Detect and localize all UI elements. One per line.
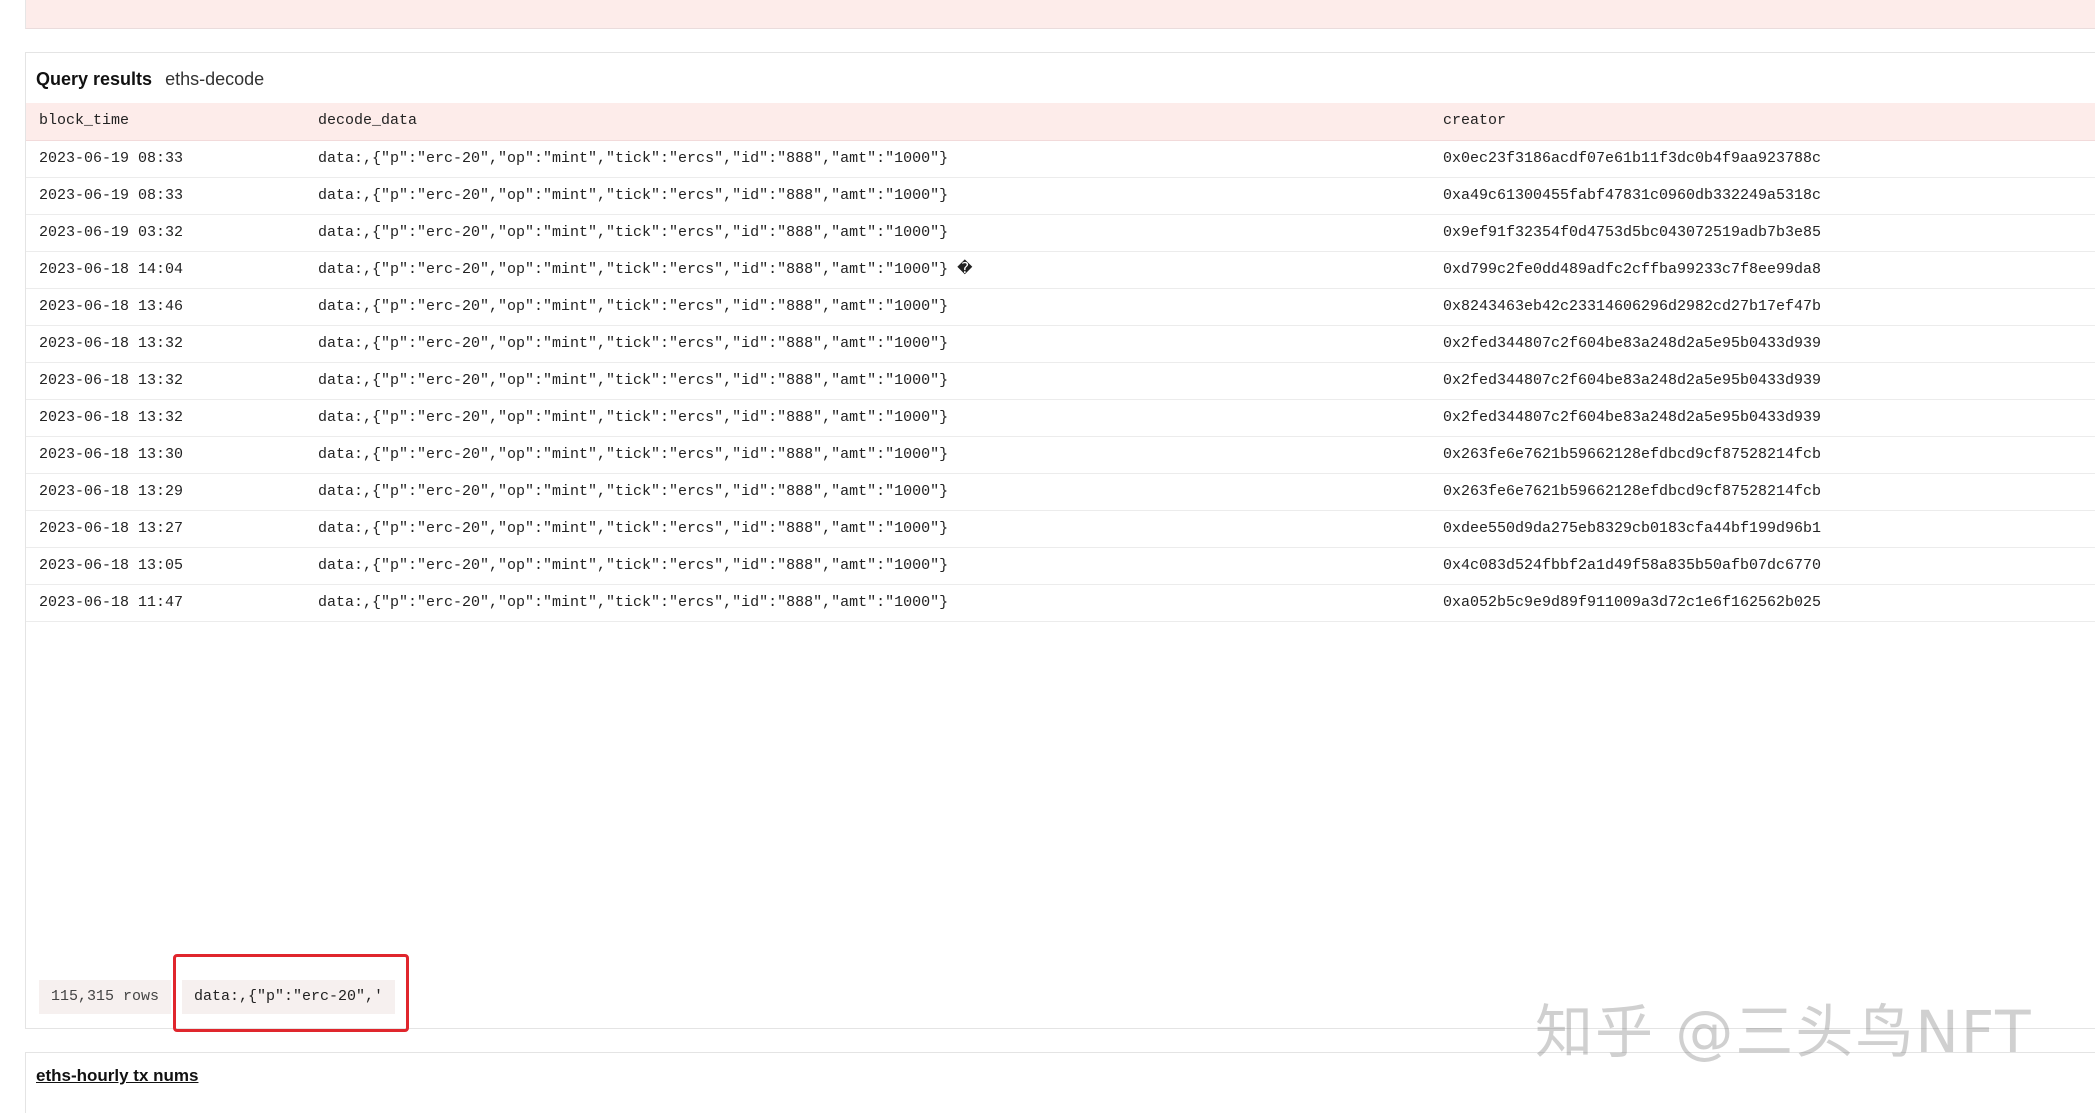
table-row[interactable]: 2023-06-18 13:05 data:,{"p":"erc-20","op"…	[26, 548, 2095, 585]
cell-creator: 0xdee550d9da275eb8329cb0183cfa44bf199d96…	[1443, 520, 1822, 537]
query-name[interactable]: eths-decode	[165, 69, 264, 90]
cell-creator: 0x4c083d524fbbf2a1d49f58a835b50afb07dc67…	[1443, 557, 1822, 574]
cell-block-time: 2023-06-18 13:32	[39, 335, 184, 352]
cell-block-time: 2023-06-18 13:05	[39, 557, 184, 574]
table-row[interactable]: 2023-06-18 14:04 data:,{"p":"erc-20","op"…	[26, 252, 2095, 289]
cell-creator: 0x0ec23f3186acdf07e61b11f3dc0b4f9aa92378…	[1443, 150, 1822, 167]
cell-block-time: 2023-06-18 13:46	[39, 298, 184, 315]
cell-block-time: 2023-06-18 13:32	[39, 409, 184, 426]
cell-decode-data: data:,{"p":"erc-20","op":"mint","tick":"…	[318, 224, 949, 241]
table-header-row: block_time decode_data creator	[26, 103, 2095, 141]
cell-decode-data: data:,{"p":"erc-20","op":"mint","tick":"…	[318, 298, 949, 315]
table-row[interactable]: 2023-06-18 13:30 data:,{"p":"erc-20","op"…	[26, 437, 2095, 474]
cell-creator: 0xa052b5c9e9d89f911009a3d72c1e6f162562b0…	[1443, 594, 1822, 611]
cell-creator: 0x8243463eb42c23314606296d2982cd27b17ef4…	[1443, 298, 1822, 315]
table-row[interactable]: 2023-06-18 13:46 data:,{"p":"erc-20","op"…	[26, 289, 2095, 326]
cell-block-time: 2023-06-19 08:33	[39, 187, 184, 204]
cell-creator: 0xd799c2fe0dd489adfc2cffba99233c7f8ee99d…	[1443, 261, 1822, 278]
table-row[interactable]: 2023-06-19 08:33 data:,{"p":"erc-20","op"…	[26, 141, 2095, 178]
cell-decode-data: data:,{"p":"erc-20","op":"mint","tick":"…	[318, 520, 949, 537]
red-highlight-annotation	[173, 954, 409, 1032]
table-row[interactable]: 2023-06-18 13:32 data:,{"p":"erc-20","op"…	[26, 363, 2095, 400]
table-body: 2023-06-19 08:33 data:,{"p":"erc-20","op"…	[26, 141, 2095, 622]
cell-creator: 0x263fe6e7621b59662128efdbcd9cf87528214f…	[1443, 483, 1822, 500]
cell-block-time: 2023-06-19 03:32	[39, 224, 184, 241]
cell-decode-data: data:,{"p":"erc-20","op":"mint","tick":"…	[318, 372, 949, 389]
cell-creator: 0x2fed344807c2f604be83a248d2a5e95b0433d9…	[1443, 335, 1822, 352]
column-header-decode-data[interactable]: decode_data	[318, 103, 417, 139]
cell-block-time: 2023-06-18 11:47	[39, 594, 184, 611]
cell-creator: 0x263fe6e7621b59662128efdbcd9cf87528214f…	[1443, 446, 1822, 463]
top-pink-band	[25, 0, 2095, 29]
cell-decode-data: data:,{"p":"erc-20","op":"mint","tick":"…	[318, 150, 949, 167]
cell-creator: 0xa49c61300455fabf47831c0960db332249a531…	[1443, 187, 1822, 204]
table-row[interactable]: 2023-06-19 08:33 data:,{"p":"erc-20","op"…	[26, 178, 2095, 215]
table-row[interactable]: 2023-06-18 13:32 data:,{"p":"erc-20","op"…	[26, 326, 2095, 363]
zhihu-watermark: 知乎 @三头鸟NFT	[1535, 998, 2033, 1066]
table-row[interactable]: 2023-06-19 03:32 data:,{"p":"erc-20","op"…	[26, 215, 2095, 252]
cell-decode-data: data:,{"p":"erc-20","op":"mint","tick":"…	[318, 557, 949, 574]
cell-decode-data: data:,{"p":"erc-20","op":"mint","tick":"…	[318, 483, 949, 500]
table-row[interactable]: 2023-06-18 13:32 data:,{"p":"erc-20","op"…	[26, 400, 2095, 437]
cell-decode-data: data:,{"p":"erc-20","op":"mint","tick":"…	[318, 409, 949, 426]
cell-decode-data: data:,{"p":"erc-20","op":"mint","tick":"…	[318, 594, 949, 611]
cell-block-time: 2023-06-18 13:32	[39, 372, 184, 389]
cell-decode-data: data:,{"p":"erc-20","op":"mint","tick":"…	[318, 261, 973, 278]
panel-title: Query results	[36, 68, 153, 89]
table-row[interactable]: 2023-06-18 11:47 data:,{"p":"erc-20","op"…	[26, 585, 2095, 622]
results-table: block_time decode_data creator 2023-06-1…	[26, 103, 2095, 622]
column-header-creator[interactable]: creator	[1443, 103, 1506, 139]
cell-block-time: 2023-06-18 13:30	[39, 446, 184, 463]
hourly-tx-title-link[interactable]: eths-hourly tx nums	[36, 1066, 198, 1086]
panel-header: Query results eths-decode	[36, 67, 264, 91]
cell-creator: 0x2fed344807c2f604be83a248d2a5e95b0433d9…	[1443, 372, 1822, 389]
cell-decode-data: data:,{"p":"erc-20","op":"mint","tick":"…	[318, 335, 949, 352]
cell-creator: 0x9ef91f32354f0d4753d5bc043072519adb7b3e…	[1443, 224, 1822, 241]
column-header-block-time[interactable]: block_time	[39, 103, 129, 139]
table-row[interactable]: 2023-06-18 13:29 data:,{"p":"erc-20","op"…	[26, 474, 2095, 511]
cell-decode-data: data:,{"p":"erc-20","op":"mint","tick":"…	[318, 446, 949, 463]
cell-block-time: 2023-06-18 13:27	[39, 520, 184, 537]
row-count-badge: 115,315 rows	[39, 980, 172, 1014]
cell-block-time: 2023-06-18 14:04	[39, 261, 184, 278]
cell-decode-data: data:,{"p":"erc-20","op":"mint","tick":"…	[318, 187, 949, 204]
cell-block-time: 2023-06-18 13:29	[39, 483, 184, 500]
cell-block-time: 2023-06-19 08:33	[39, 150, 184, 167]
table-row[interactable]: 2023-06-18 13:27 data:,{"p":"erc-20","op"…	[26, 511, 2095, 548]
query-results-panel: Query results eths-decode block_time dec…	[25, 52, 2095, 1029]
cell-creator: 0x2fed344807c2f604be83a248d2a5e95b0433d9…	[1443, 409, 1822, 426]
